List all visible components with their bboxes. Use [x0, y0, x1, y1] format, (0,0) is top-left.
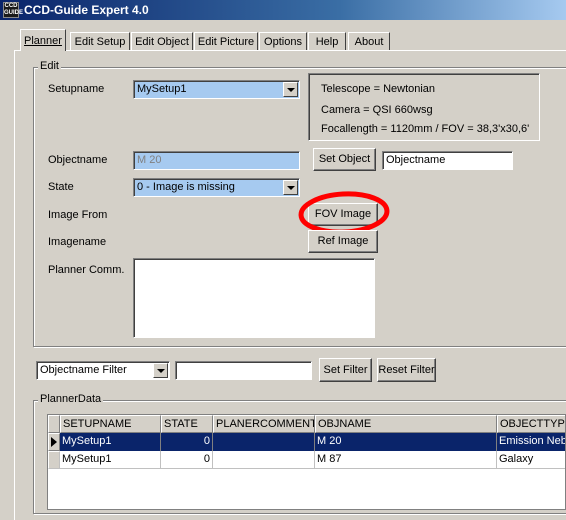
setupname-select[interactable]: MySetup1 — [133, 80, 300, 99]
tab-edit-setup[interactable]: Edit Setup — [70, 32, 130, 50]
state-value: 0 - Image is missing — [137, 181, 235, 193]
tab-label: Planner — [24, 35, 62, 47]
objectname-value: M 20 — [137, 154, 162, 166]
tab-help[interactable]: Help — [308, 32, 346, 50]
tab-label: About — [354, 36, 384, 48]
cell-objname[interactable]: M 87 — [315, 451, 497, 469]
tab-label: Options — [264, 36, 302, 48]
cell-objname[interactable]: M 20 — [315, 433, 497, 451]
planner-data-label: PlannerData — [38, 393, 104, 405]
column-header-objname[interactable]: OBJNAME — [315, 415, 497, 433]
objectname-input-text: Objectname — [386, 154, 446, 166]
tab-planner[interactable]: Planner — [20, 29, 66, 51]
imagename-label: Imagename — [48, 236, 107, 248]
cell-state[interactable]: 0 — [161, 433, 213, 451]
objectname-label: Objectname — [48, 154, 108, 166]
window-title: CCD-Guide Expert 4.0 — [24, 3, 149, 17]
planner-comm-label: Planner Comm. — [48, 264, 125, 276]
app-logo-icon: CCD GUIDE — [3, 2, 24, 18]
tab-options[interactable]: Options — [259, 32, 307, 50]
grid-corner — [48, 415, 60, 433]
column-header-state[interactable]: STATE — [161, 415, 213, 433]
objectname-field[interactable]: M 20 — [133, 151, 300, 170]
cell-objecttype[interactable]: Galaxy — [497, 451, 565, 469]
planner-comment-textarea[interactable] — [133, 258, 375, 338]
filter-select-value: Objectname Filter — [40, 364, 127, 376]
set-object-button[interactable]: Set Object — [313, 148, 376, 171]
chevron-down-icon[interactable] — [283, 82, 298, 97]
setupname-label: Setupname — [48, 83, 105, 95]
cell-objecttype[interactable]: Emission Nebula — [497, 433, 565, 451]
column-header-objecttype[interactable]: OBJECTTYPE — [497, 415, 565, 433]
ref-image-button[interactable]: Ref Image — [308, 230, 378, 253]
column-header-setupname[interactable]: SETUPNAME — [60, 415, 161, 433]
filter-input[interactable] — [175, 361, 312, 380]
title-bar: CCD GUIDE CCD-Guide Expert 4.0 — [0, 0, 566, 20]
edit-group-label: Edit — [38, 60, 61, 72]
tab-edit-object[interactable]: Edit Object — [131, 32, 193, 50]
reset-filter-button[interactable]: Reset Filter — [377, 358, 436, 382]
cell-setupname[interactable]: MySetup1 — [60, 433, 161, 451]
state-label: State — [48, 181, 74, 193]
objectname-input[interactable]: Objectname — [382, 151, 513, 170]
row-indicator — [48, 451, 60, 469]
tab-label: Edit Setup — [74, 36, 126, 48]
filter-select[interactable]: Objectname Filter — [36, 361, 170, 380]
tab-about[interactable]: About — [348, 32, 390, 50]
cell-state[interactable]: 0 — [161, 451, 213, 469]
setupname-value: MySetup1 — [137, 83, 187, 95]
image-from-label: Image From — [48, 209, 108, 221]
focal-info: Focallength = 1120mm / FOV = 38,3'x30,6' — [321, 123, 530, 135]
cell-setupname[interactable]: MySetup1 — [60, 451, 161, 469]
column-header-planercomment[interactable]: PLANERCOMMENT — [213, 415, 315, 433]
chevron-down-icon[interactable] — [153, 363, 168, 378]
telescope-info: Telescope = Newtonian — [321, 83, 436, 95]
current-row-arrow-icon — [51, 437, 57, 447]
row-indicator — [48, 433, 60, 451]
camera-info: Camera = QSI 660wsg — [321, 104, 433, 116]
set-filter-button[interactable]: Set Filter — [319, 358, 372, 382]
tab-label: Help — [315, 36, 339, 48]
tab-edit-picture[interactable]: Edit Picture — [194, 32, 258, 50]
setup-info-box: Telescope = Newtonian Camera = QSI 660ws… — [308, 73, 540, 141]
state-select[interactable]: 0 - Image is missing — [133, 178, 300, 197]
cell-comment[interactable] — [213, 433, 315, 451]
planner-data-grid[interactable]: SETUPNAME STATE PLANERCOMMENT OBJNAME OB… — [47, 414, 566, 510]
tab-label: Edit Picture — [197, 36, 255, 48]
cell-comment[interactable] — [213, 451, 315, 469]
tab-label: Edit Object — [135, 36, 189, 48]
